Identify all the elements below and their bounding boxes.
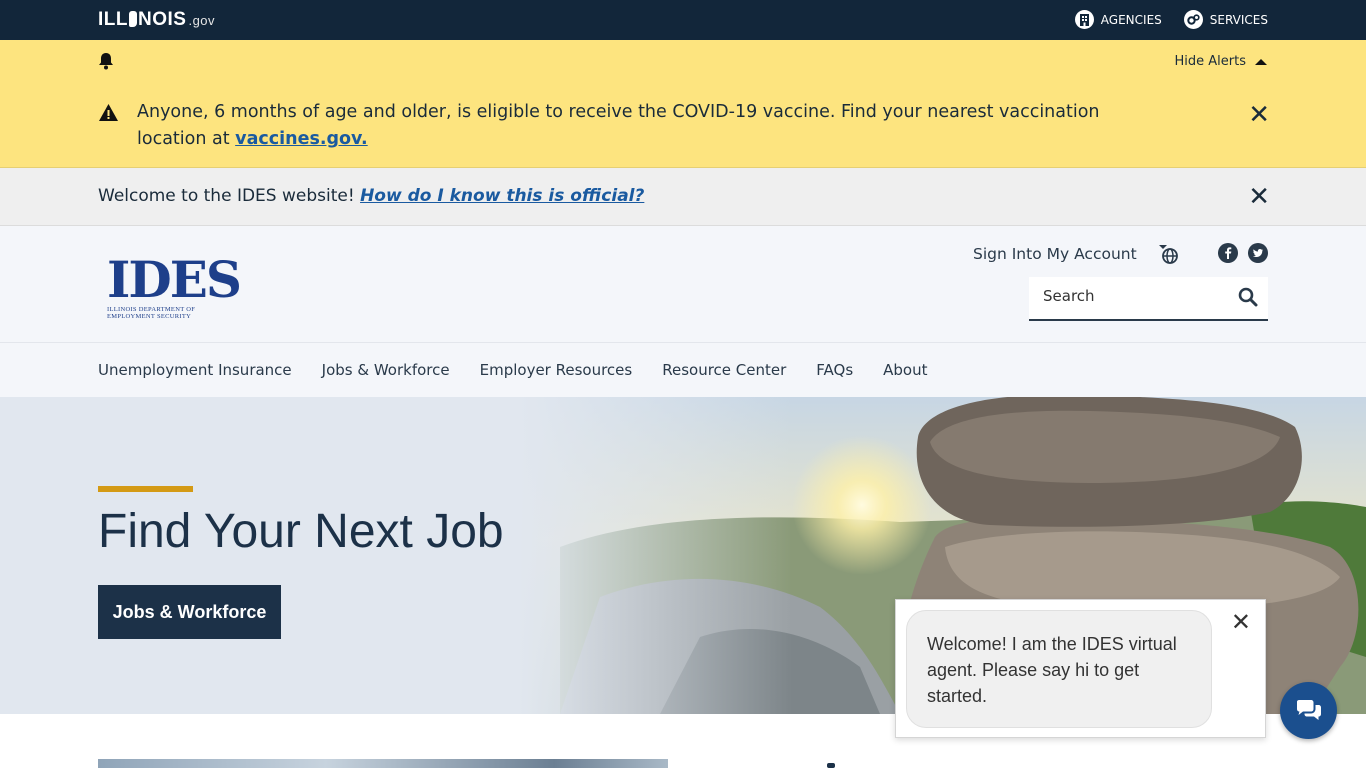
twitter-icon[interactable]: [1248, 243, 1268, 267]
nav-jobs-workforce[interactable]: Jobs & Workforce: [322, 361, 450, 379]
search-box: [1029, 277, 1268, 321]
logo-text-start: ILL: [98, 9, 128, 30]
main-nav: Unemployment Insurance Jobs & Workforce …: [0, 342, 1366, 397]
search-icon[interactable]: [1238, 287, 1258, 311]
hide-alerts-label: Hide Alerts: [1174, 54, 1247, 69]
hero-accent-bar: [98, 486, 193, 492]
illinois-gov-logo[interactable]: ILL NOIS .gov: [98, 9, 215, 31]
services-link[interactable]: SERVICES: [1183, 10, 1268, 29]
virtual-agent-popup: Welcome! I am the IDES virtual agent. Pl…: [895, 599, 1266, 738]
sign-in-link[interactable]: Sign Into My Account: [973, 245, 1137, 263]
logo-text-end: NOIS: [138, 9, 187, 30]
logo-gov: .gov: [188, 13, 216, 28]
nav-faqs[interactable]: FAQs: [816, 361, 853, 379]
chevron-up-icon: [1255, 59, 1267, 65]
social-links: [1218, 243, 1268, 267]
hide-alerts-button[interactable]: Hide Alerts: [1175, 54, 1269, 69]
chat-bubbles-icon: [1296, 699, 1321, 720]
jobs-workforce-button[interactable]: Jobs & Workforce: [98, 585, 281, 639]
alert-message: Anyone, 6 months of age and older, is el…: [137, 99, 1167, 153]
top-bar: ILL NOIS .gov AGENCIES SERVICES: [0, 0, 1366, 40]
close-chat-icon[interactable]: ✕: [1231, 610, 1251, 634]
welcome-message: Welcome to the IDES website! How do I kn…: [98, 186, 644, 206]
building-icon: [1074, 10, 1094, 29]
search-input[interactable]: [1043, 287, 1233, 305]
translate-globe-icon[interactable]: [1158, 243, 1180, 269]
section-heading-fragment: [827, 763, 835, 768]
site-header: IDES ILLINOIS DEPARTMENT OF EMPLOYMENT S…: [0, 226, 1366, 342]
illinois-state-icon: [129, 11, 137, 27]
section-image: [98, 759, 668, 768]
alerts-banner: Hide Alerts Anyone, 6 months of age and …: [0, 40, 1366, 168]
hero-title: Find Your Next Job: [98, 505, 504, 558]
top-links: AGENCIES SERVICES: [1074, 10, 1268, 29]
agencies-label: AGENCIES: [1100, 12, 1162, 27]
close-banner-icon[interactable]: ✕: [1248, 184, 1270, 210]
close-alert-icon[interactable]: ✕: [1248, 102, 1270, 128]
nav-unemployment-insurance[interactable]: Unemployment Insurance: [98, 361, 292, 379]
bell-icon: [98, 52, 114, 74]
nav-resource-center[interactable]: Resource Center: [662, 361, 786, 379]
ides-logo-line2: EMPLOYMENT SECURITY: [107, 313, 192, 320]
ides-logo-text: IDES: [107, 250, 242, 309]
official-site-banner: Welcome to the IDES website! How do I kn…: [0, 168, 1366, 226]
welcome-text: Welcome to the IDES website!: [98, 186, 361, 206]
nav-employer-resources[interactable]: Employer Resources: [480, 361, 633, 379]
warning-icon: [98, 103, 119, 126]
official-site-link[interactable]: How do I know this is official?: [360, 186, 644, 206]
services-label: SERVICES: [1209, 12, 1268, 27]
vaccines-link[interactable]: vaccines.gov.: [235, 129, 368, 149]
nav-about[interactable]: About: [883, 361, 927, 379]
ides-logo[interactable]: IDES ILLINOIS DEPARTMENT OF EMPLOYMENT S…: [107, 250, 242, 321]
gears-icon: [1183, 10, 1203, 29]
virtual-agent-message: Welcome! I am the IDES virtual agent. Pl…: [906, 610, 1212, 728]
agencies-link[interactable]: AGENCIES: [1074, 10, 1162, 29]
facebook-icon[interactable]: [1218, 243, 1238, 267]
chat-launcher-button[interactable]: [1280, 682, 1337, 739]
